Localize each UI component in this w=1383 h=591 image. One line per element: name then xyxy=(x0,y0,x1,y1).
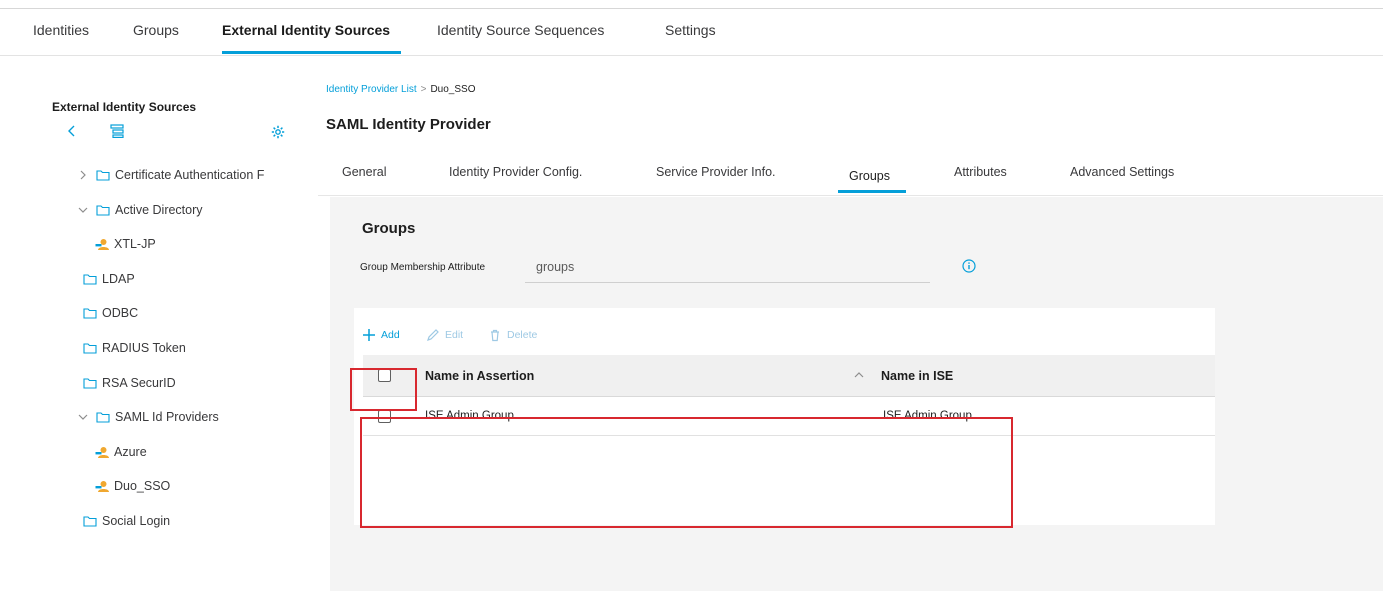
tree-item-xtl-jp[interactable]: XTL-JP xyxy=(95,234,156,254)
trash-icon xyxy=(488,328,502,342)
tab-attributes[interactable]: Attributes xyxy=(954,165,1007,179)
edit-label: Edit xyxy=(445,329,464,341)
folder-icon xyxy=(96,410,110,424)
group-membership-attribute-input[interactable] xyxy=(525,252,930,283)
tree-item-certificate-authentication[interactable]: Certificate Authentication F xyxy=(76,165,264,185)
chevron-down-icon[interactable] xyxy=(76,410,90,424)
chevron-up-icon[interactable] xyxy=(852,368,866,382)
tree-view-icon[interactable] xyxy=(109,123,125,139)
table-header: Name in Assertion Name in ISE xyxy=(363,355,1215,397)
column-header-name-in-assertion[interactable]: Name in Assertion xyxy=(425,369,534,383)
breadcrumb: Identity Provider List > Duo_SSO xyxy=(326,84,475,95)
sub-tab-bar: General Identity Provider Config. Servic… xyxy=(318,152,1383,196)
table-toolbar: Add Edit Delete xyxy=(354,324,754,348)
tab-identities[interactable]: Identities xyxy=(33,22,89,38)
tree-item-label: XTL-JP xyxy=(114,237,156,251)
identity-store-icon xyxy=(95,237,109,251)
row-checkbox[interactable] xyxy=(378,410,391,423)
sidebar: External Identity Sources Certificate Au… xyxy=(0,57,318,591)
tree-item-duo-sso[interactable]: Duo_SSO xyxy=(95,476,170,496)
tree-item-label: RSA SecurID xyxy=(102,376,176,390)
tree-item-label: ODBC xyxy=(102,306,139,320)
chevron-left-icon[interactable] xyxy=(64,123,80,139)
active-tab-indicator xyxy=(222,51,401,54)
plus-icon xyxy=(362,328,376,342)
breadcrumb-separator: > xyxy=(420,84,427,95)
info-icon[interactable] xyxy=(962,259,976,273)
pencil-icon xyxy=(426,328,440,342)
tree-item-ldap[interactable]: LDAP xyxy=(83,269,135,289)
folder-icon xyxy=(83,272,97,286)
sidebar-title: External Identity Sources xyxy=(52,100,197,114)
tree-item-social-login[interactable]: Social Login xyxy=(83,511,170,531)
groups-table-card: Add Edit Delete Name in Assertion Name i… xyxy=(354,308,1215,525)
folder-icon xyxy=(96,168,110,182)
column-header-name-in-ise[interactable]: Name in ISE xyxy=(881,369,953,383)
tab-identity-provider-config[interactable]: Identity Provider Config. xyxy=(449,165,582,179)
main-content: Identity Provider List > Duo_SSO SAML Iden… xyxy=(318,57,1383,591)
tab-identity-source-sequences[interactable]: Identity Source Sequences xyxy=(437,22,604,38)
tree-item-saml-id-providers[interactable]: SAML Id Providers xyxy=(76,407,219,427)
tree-item-label: Social Login xyxy=(102,514,171,528)
tab-settings[interactable]: Settings xyxy=(665,22,716,38)
edit-button[interactable]: Edit xyxy=(426,326,463,344)
tree-item-label: Certificate Authentication F xyxy=(115,168,265,182)
add-button[interactable]: Add xyxy=(362,326,400,344)
folder-icon xyxy=(83,306,97,320)
tree-item-rsa-securid[interactable]: RSA SecurID xyxy=(83,373,176,393)
folder-icon xyxy=(83,514,97,528)
tree-item-odbc[interactable]: ODBC xyxy=(83,303,138,323)
chevron-down-icon[interactable] xyxy=(76,203,90,217)
tree-item-label: SAML Id Providers xyxy=(115,410,219,424)
tab-advanced-settings[interactable]: Advanced Settings xyxy=(1070,165,1174,179)
tab-service-provider-info[interactable]: Service Provider Info. xyxy=(656,165,776,179)
top-tab-bar: Identities Groups External Identity Sour… xyxy=(0,9,1383,56)
tab-groups-config[interactable]: Groups xyxy=(849,169,890,183)
chevron-right-icon[interactable] xyxy=(76,168,90,182)
add-label: Add xyxy=(381,329,400,341)
tree-item-label: Active Directory xyxy=(115,203,203,217)
tree-item-radius-token[interactable]: RADIUS Token xyxy=(83,338,186,358)
tab-groups[interactable]: Groups xyxy=(133,22,179,38)
cell-name-in-ise: ISE Admin Group xyxy=(883,410,972,422)
folder-icon xyxy=(83,376,97,390)
tree-item-label: Duo_SSO xyxy=(114,479,171,493)
tree-item-label: RADIUS Token xyxy=(102,341,186,355)
groups-panel: Groups Group Membership Attribute Add Ed… xyxy=(330,197,1383,591)
folder-icon xyxy=(83,341,97,355)
tab-external-identity-sources[interactable]: External Identity Sources xyxy=(222,22,390,38)
identity-store-icon xyxy=(95,479,109,493)
cell-name-in-assertion: ISE Admin Group xyxy=(425,410,514,422)
delete-button[interactable]: Delete xyxy=(488,326,537,344)
page-title: SAML Identity Provider xyxy=(326,116,491,133)
tree-item-label: Azure xyxy=(114,445,147,459)
identity-store-icon xyxy=(95,445,109,459)
table-row[interactable]: ISE Admin Group ISE Admin Group xyxy=(363,398,1215,436)
select-all-checkbox[interactable] xyxy=(378,369,391,382)
section-title: Groups xyxy=(362,220,416,237)
tree-item-active-directory[interactable]: Active Directory xyxy=(76,200,203,220)
active-sub-tab-indicator xyxy=(838,190,906,193)
folder-icon xyxy=(96,203,110,217)
gear-icon[interactable] xyxy=(270,124,286,140)
group-membership-attribute-label: Group Membership Attribute xyxy=(360,262,486,273)
breadcrumb-identity-provider-list[interactable]: Identity Provider List xyxy=(326,84,417,95)
delete-label: Delete xyxy=(507,329,538,341)
tree-item-label: LDAP xyxy=(102,272,135,286)
tab-general[interactable]: General xyxy=(342,165,386,179)
tree-item-azure[interactable]: Azure xyxy=(95,442,147,462)
breadcrumb-current: Duo_SSO xyxy=(430,84,476,95)
sidebar-toolbar xyxy=(64,123,294,143)
